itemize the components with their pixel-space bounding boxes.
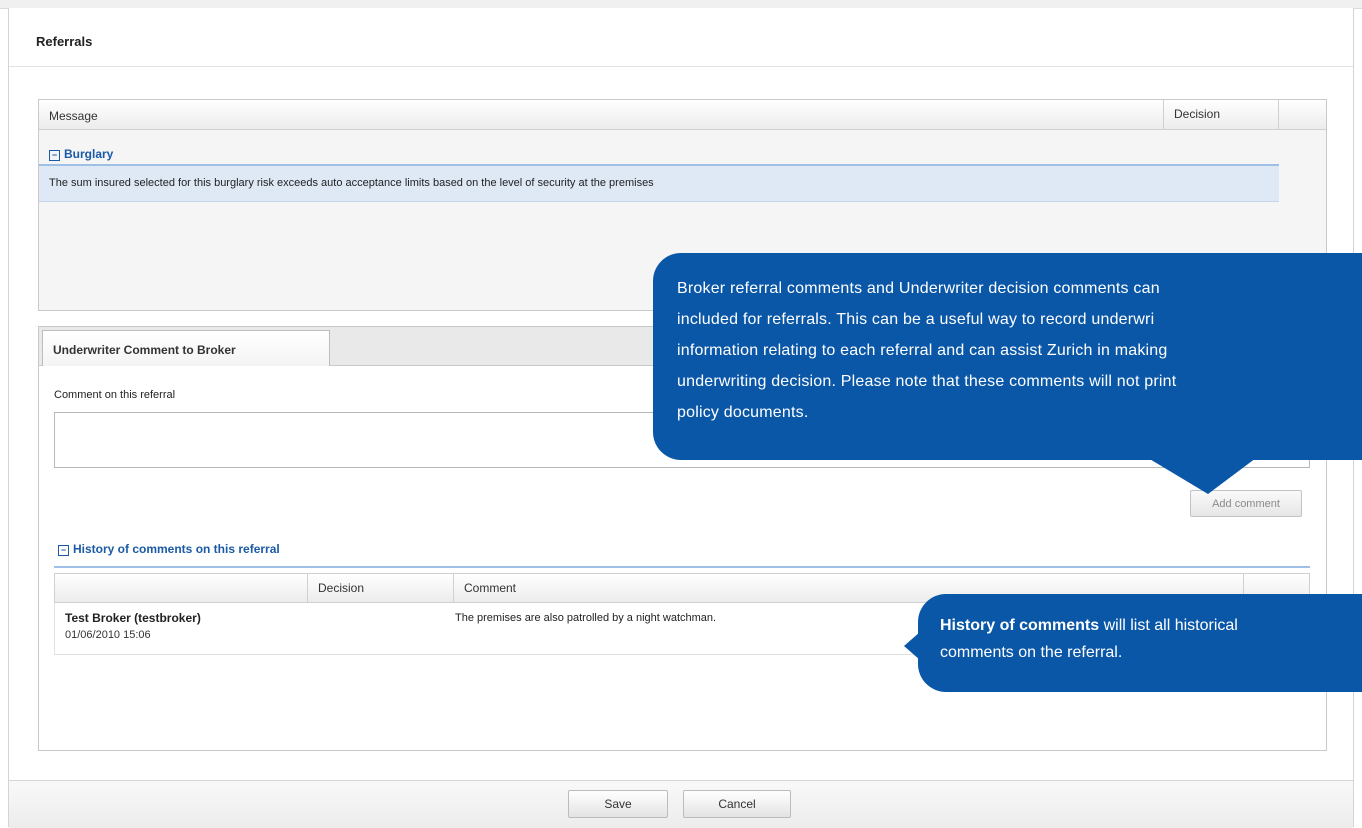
comment-field-label: Comment on this referral (54, 389, 176, 401)
title-divider (9, 66, 1353, 67)
column-header-decision[interactable]: Decision (1163, 100, 1279, 129)
tab-underwriter-comment[interactable]: Underwriter Comment to Broker (42, 330, 330, 366)
page-title: Referrals (36, 34, 93, 49)
cancel-button[interactable]: Cancel (683, 790, 791, 818)
group-row-burglary[interactable]: − Burglary (49, 147, 113, 161)
collapse-icon[interactable]: − (58, 545, 69, 556)
comment-author: Test Broker (testbroker) (65, 611, 201, 625)
history-divider (54, 566, 1310, 568)
comment-date: 01/06/2010 15:06 (65, 629, 151, 641)
callout-line: policy documents. (677, 404, 809, 421)
history-title: History of comments on this referral (73, 542, 280, 556)
callout-line: included for referrals. This can be a us… (677, 311, 1155, 328)
callout-pointer (1148, 458, 1256, 494)
column-header-decision[interactable]: Decision (307, 574, 453, 602)
callout-line: History of comments will list all histor… (940, 612, 1362, 639)
comments-help-callout: Broker referral comments and Underwriter… (653, 253, 1362, 460)
callout-line: information relating to each referral an… (677, 342, 1168, 359)
comment-text: The premises are also patrolled by a nig… (455, 612, 717, 624)
history-help-callout: History of comments will list all histor… (918, 594, 1362, 692)
add-comment-button[interactable]: Add comment (1190, 490, 1302, 517)
group-label: Burglary (64, 147, 114, 161)
referral-grid-header: Message Decision (39, 100, 1326, 130)
table-row[interactable]: The sum insured selected for this burgla… (39, 166, 1279, 202)
footer-bar (9, 780, 1353, 828)
callout-line: comments on the referral. (940, 644, 1123, 661)
collapse-icon[interactable]: − (49, 150, 60, 161)
column-header-message[interactable]: Message (49, 109, 98, 123)
save-button[interactable]: Save (568, 790, 668, 818)
callout-text: will list all historical (1099, 617, 1238, 634)
history-section-header[interactable]: − History of comments on this referral (58, 542, 280, 556)
referral-message: The sum insured selected for this burgla… (49, 177, 654, 189)
callout-line: Broker referral comments and Underwriter… (677, 280, 1160, 297)
column-header-user[interactable] (55, 574, 297, 602)
callout-line: underwriting decision. Please note that … (677, 373, 1177, 390)
callout-bold-text: History of comments (940, 617, 1100, 634)
